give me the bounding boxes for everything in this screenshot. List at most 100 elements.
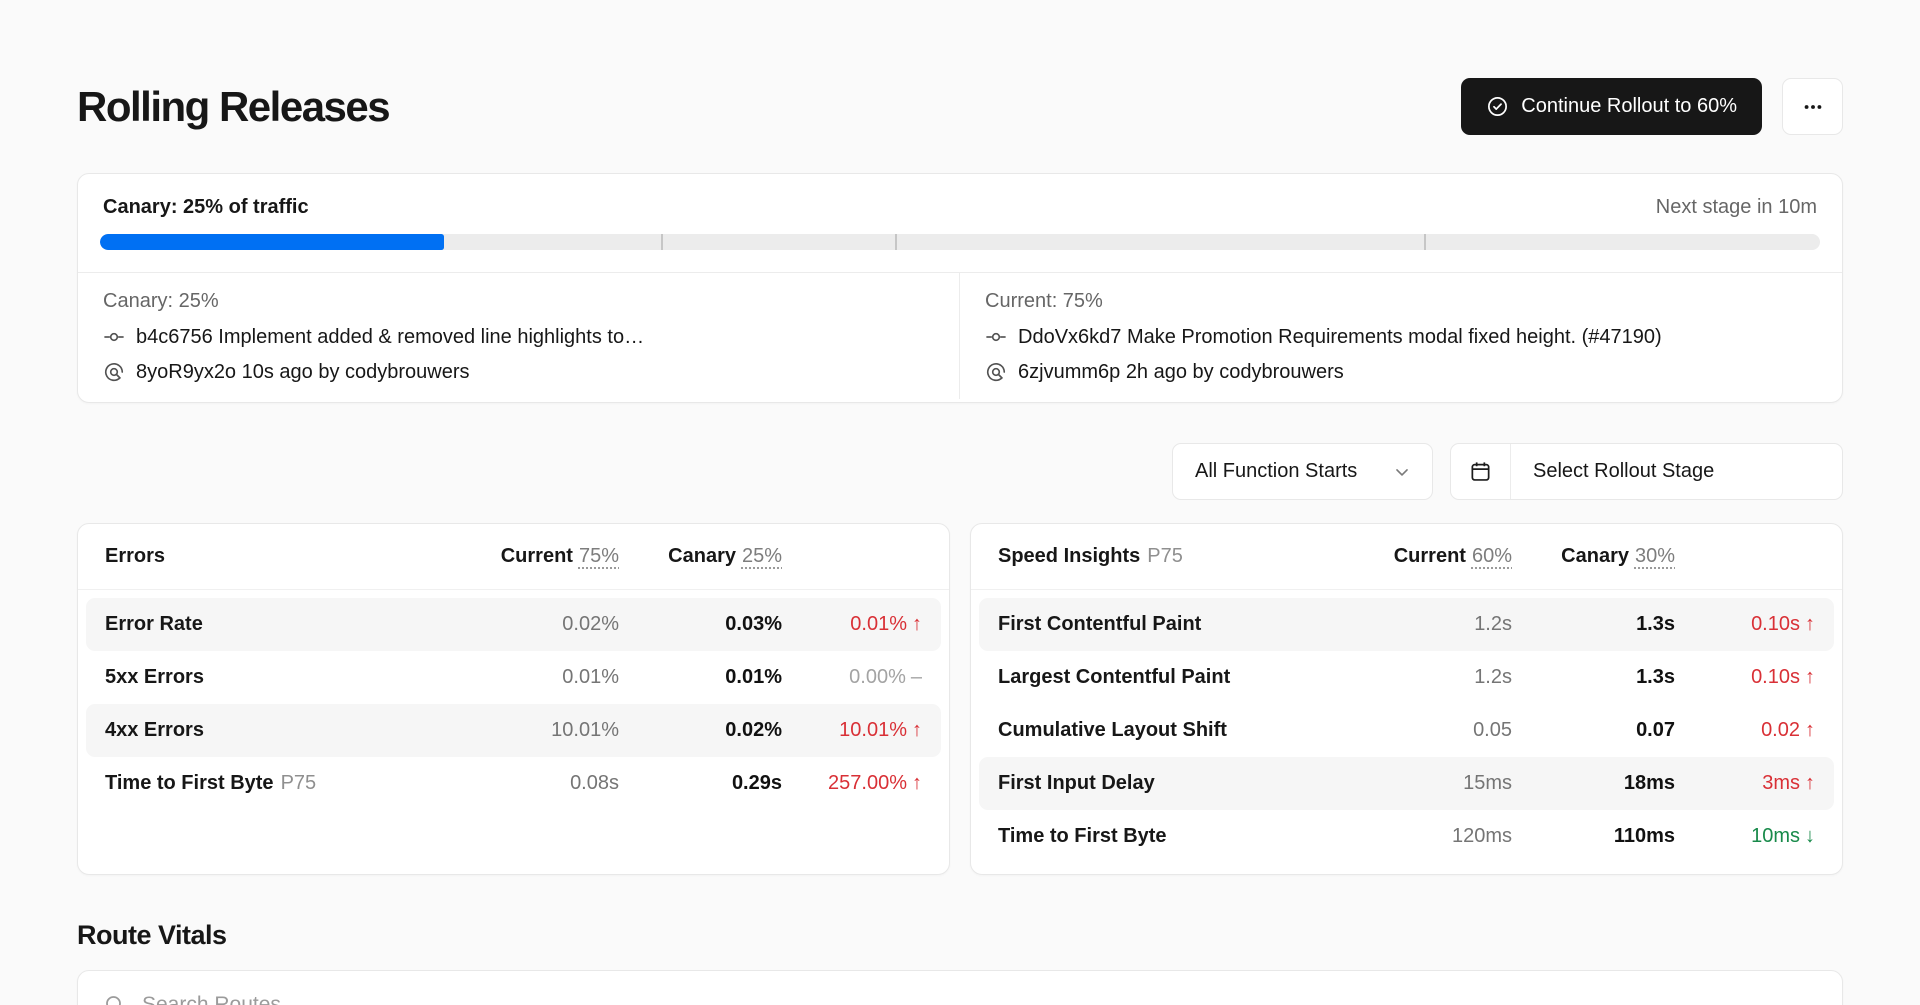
deployment-icon (103, 361, 125, 383)
chevron-down-icon (1392, 462, 1412, 482)
continue-rollout-button[interactable]: Continue Rollout to 60% (1461, 78, 1762, 135)
metric-row: Cumulative Layout Shift 0.05 0.07 0.02↑ (979, 704, 1834, 757)
canary-card-header: Canary: 25% of traffic Next stage in 10m (78, 174, 1842, 219)
current-deployment-row[interactable]: 6zjvumm6p 2h ago by codybrouwers (985, 359, 1817, 385)
metric-delta: 10ms↓ (1675, 825, 1815, 848)
metric-canary-value: 0.02% (619, 719, 782, 742)
current-commit-row[interactable]: DdoVx6kd7 Make Promotion Requirements mo… (985, 324, 1817, 350)
more-options-button[interactable] (1782, 78, 1843, 135)
metric-delta: 0.10s↑ (1675, 613, 1815, 636)
route-vitals-card (77, 970, 1843, 1005)
page-title: Rolling Releases (77, 83, 389, 131)
rollout-progress-fill (100, 234, 444, 250)
canary-percent-value: 25% (742, 545, 782, 567)
git-commit-icon (985, 326, 1007, 348)
metric-canary-value: 1.3s (1512, 666, 1675, 689)
delta-arrow-icon: ↑ (912, 772, 922, 795)
header-actions: Continue Rollout to 60% (1461, 78, 1843, 135)
metric-canary-value: 0.03% (619, 613, 782, 636)
canary-commit-text: b4c6756 Implement added & removed line h… (136, 324, 644, 350)
metric-name: 4xx Errors (105, 719, 469, 742)
metric-delta: 10.01%↑ (782, 719, 922, 742)
rollout-stage-picker[interactable]: Select Rollout Stage (1450, 443, 1843, 500)
metric-row: Time to First ByteP75 0.08s 0.29s 257.00… (86, 757, 941, 810)
canary-deployment-row[interactable]: 8yoR9yx2o 10s ago by codybrouwers (103, 359, 934, 385)
metric-delta: 0.01%↑ (782, 613, 922, 636)
rolling-releases-page: Rolling Releases Continue Rollout to 60%… (0, 78, 1920, 1005)
metric-current-value: 0.05 (1362, 719, 1512, 742)
canary-commit-row[interactable]: b4c6756 Implement added & removed line h… (103, 324, 934, 350)
metric-name: Error Rate (105, 613, 469, 636)
calendar-icon (1469, 460, 1492, 483)
metric-delta: 257.00%↑ (782, 772, 922, 795)
metric-current-value: 0.01% (469, 666, 619, 689)
metric-row: First Contentful Paint 1.2s 1.3s 0.10s↑ (979, 598, 1834, 651)
metric-delta: 0.10s↑ (1675, 666, 1815, 689)
progress-stage-divider (1424, 234, 1426, 250)
calendar-icon-button[interactable] (1451, 444, 1511, 499)
errors-rows: Error Rate 0.02% 0.03% 0.01%↑ 5xx Errors… (78, 590, 949, 818)
page-header: Rolling Releases Continue Rollout to 60% (77, 78, 1843, 135)
search-icon (103, 993, 127, 1005)
canary-traffic-title: Canary: 25% of traffic (103, 196, 309, 219)
delta-arrow-icon: ↑ (1805, 666, 1815, 689)
current-percent-value: 60% (1472, 545, 1512, 567)
metric-row: Largest Contentful Paint 1.2s 1.3s 0.10s… (979, 651, 1834, 704)
canary-info-column: Canary: 25% b4c6756 Implement added & re… (78, 273, 960, 399)
metric-current-value: 120ms (1362, 825, 1512, 848)
canary-rollout-card: Canary: 25% of traffic Next stage in 10m… (77, 173, 1843, 403)
metric-row: Error Rate 0.02% 0.03% 0.01%↑ (86, 598, 941, 651)
metric-current-value: 10.01% (469, 719, 619, 742)
current-percent-value: 75% (579, 545, 619, 567)
metric-name: Largest Contentful Paint (998, 666, 1362, 689)
metric-canary-value: 1.3s (1512, 613, 1675, 636)
metric-current-value: 0.02% (469, 613, 619, 636)
next-stage-label: Next stage in 10m (1656, 196, 1817, 219)
metric-canary-value: 110ms (1512, 825, 1675, 848)
metric-row: 4xx Errors 10.01% 0.02% 10.01%↑ (86, 704, 941, 757)
delta-arrow-icon: ↑ (912, 719, 922, 742)
current-commit-text: DdoVx6kd7 Make Promotion Requirements mo… (1018, 324, 1662, 350)
current-info-column: Current: 75% DdoVx6kd7 Make Promotion Re… (960, 273, 1842, 399)
rollout-stage-label: Select Rollout Stage (1511, 444, 1714, 499)
metric-canary-value: 0.07 (1512, 719, 1675, 742)
canary-column-header: Canary25% (619, 545, 782, 568)
metric-delta: 3ms↑ (1675, 772, 1815, 795)
metric-delta: 0.02↑ (1675, 719, 1815, 742)
function-starts-label: All Function Starts (1195, 460, 1357, 483)
route-vitals-title: Route Vitals (77, 920, 1843, 951)
function-starts-dropdown[interactable]: All Function Starts (1172, 443, 1433, 500)
rollout-progress-bar (100, 234, 1820, 250)
delta-arrow-icon: ↑ (912, 613, 922, 636)
canary-deployment-text: 8yoR9yx2o 10s ago by codybrouwers (136, 359, 470, 385)
errors-card-title: Errors (105, 545, 469, 568)
search-routes-row (78, 971, 1842, 1005)
ellipsis-icon (1802, 96, 1824, 118)
deployment-icon (985, 361, 1007, 383)
progress-stage-divider (661, 234, 663, 250)
metric-name: Cumulative Layout Shift (998, 719, 1362, 742)
metric-canary-value: 18ms (1512, 772, 1675, 795)
metric-canary-value: 0.01% (619, 666, 782, 689)
current-percent-label: Current: 75% (985, 290, 1817, 313)
speed-insights-card: Speed InsightsP75 Current60% Canary30% F… (970, 523, 1843, 875)
metric-name: First Input Delay (998, 772, 1362, 795)
delta-arrow-icon: – (911, 666, 922, 689)
metric-current-value: 1.2s (1362, 666, 1512, 689)
check-circle-icon (1486, 95, 1509, 118)
errors-card: Errors Current75% Canary25% Error Rate 0… (77, 523, 950, 875)
metric-row: 5xx Errors 0.01% 0.01% 0.00%– (86, 651, 941, 704)
current-deployment-text: 6zjvumm6p 2h ago by codybrouwers (1018, 359, 1344, 385)
filters-row: All Function Starts Select Rollout Stage (77, 443, 1843, 500)
metric-current-value: 1.2s (1362, 613, 1512, 636)
current-column-header: Current75% (469, 545, 619, 568)
git-commit-icon (103, 326, 125, 348)
metrics-cards-row: Errors Current75% Canary25% Error Rate 0… (77, 523, 1843, 875)
metric-current-value: 0.08s (469, 772, 619, 795)
delta-arrow-icon: ↑ (1805, 772, 1815, 795)
search-routes-input[interactable] (142, 993, 742, 1005)
delta-arrow-icon: ↑ (1805, 613, 1815, 636)
metric-current-value: 15ms (1362, 772, 1512, 795)
canary-percent-value: 30% (1635, 545, 1675, 567)
canary-percent-label: Canary: 25% (103, 290, 934, 313)
